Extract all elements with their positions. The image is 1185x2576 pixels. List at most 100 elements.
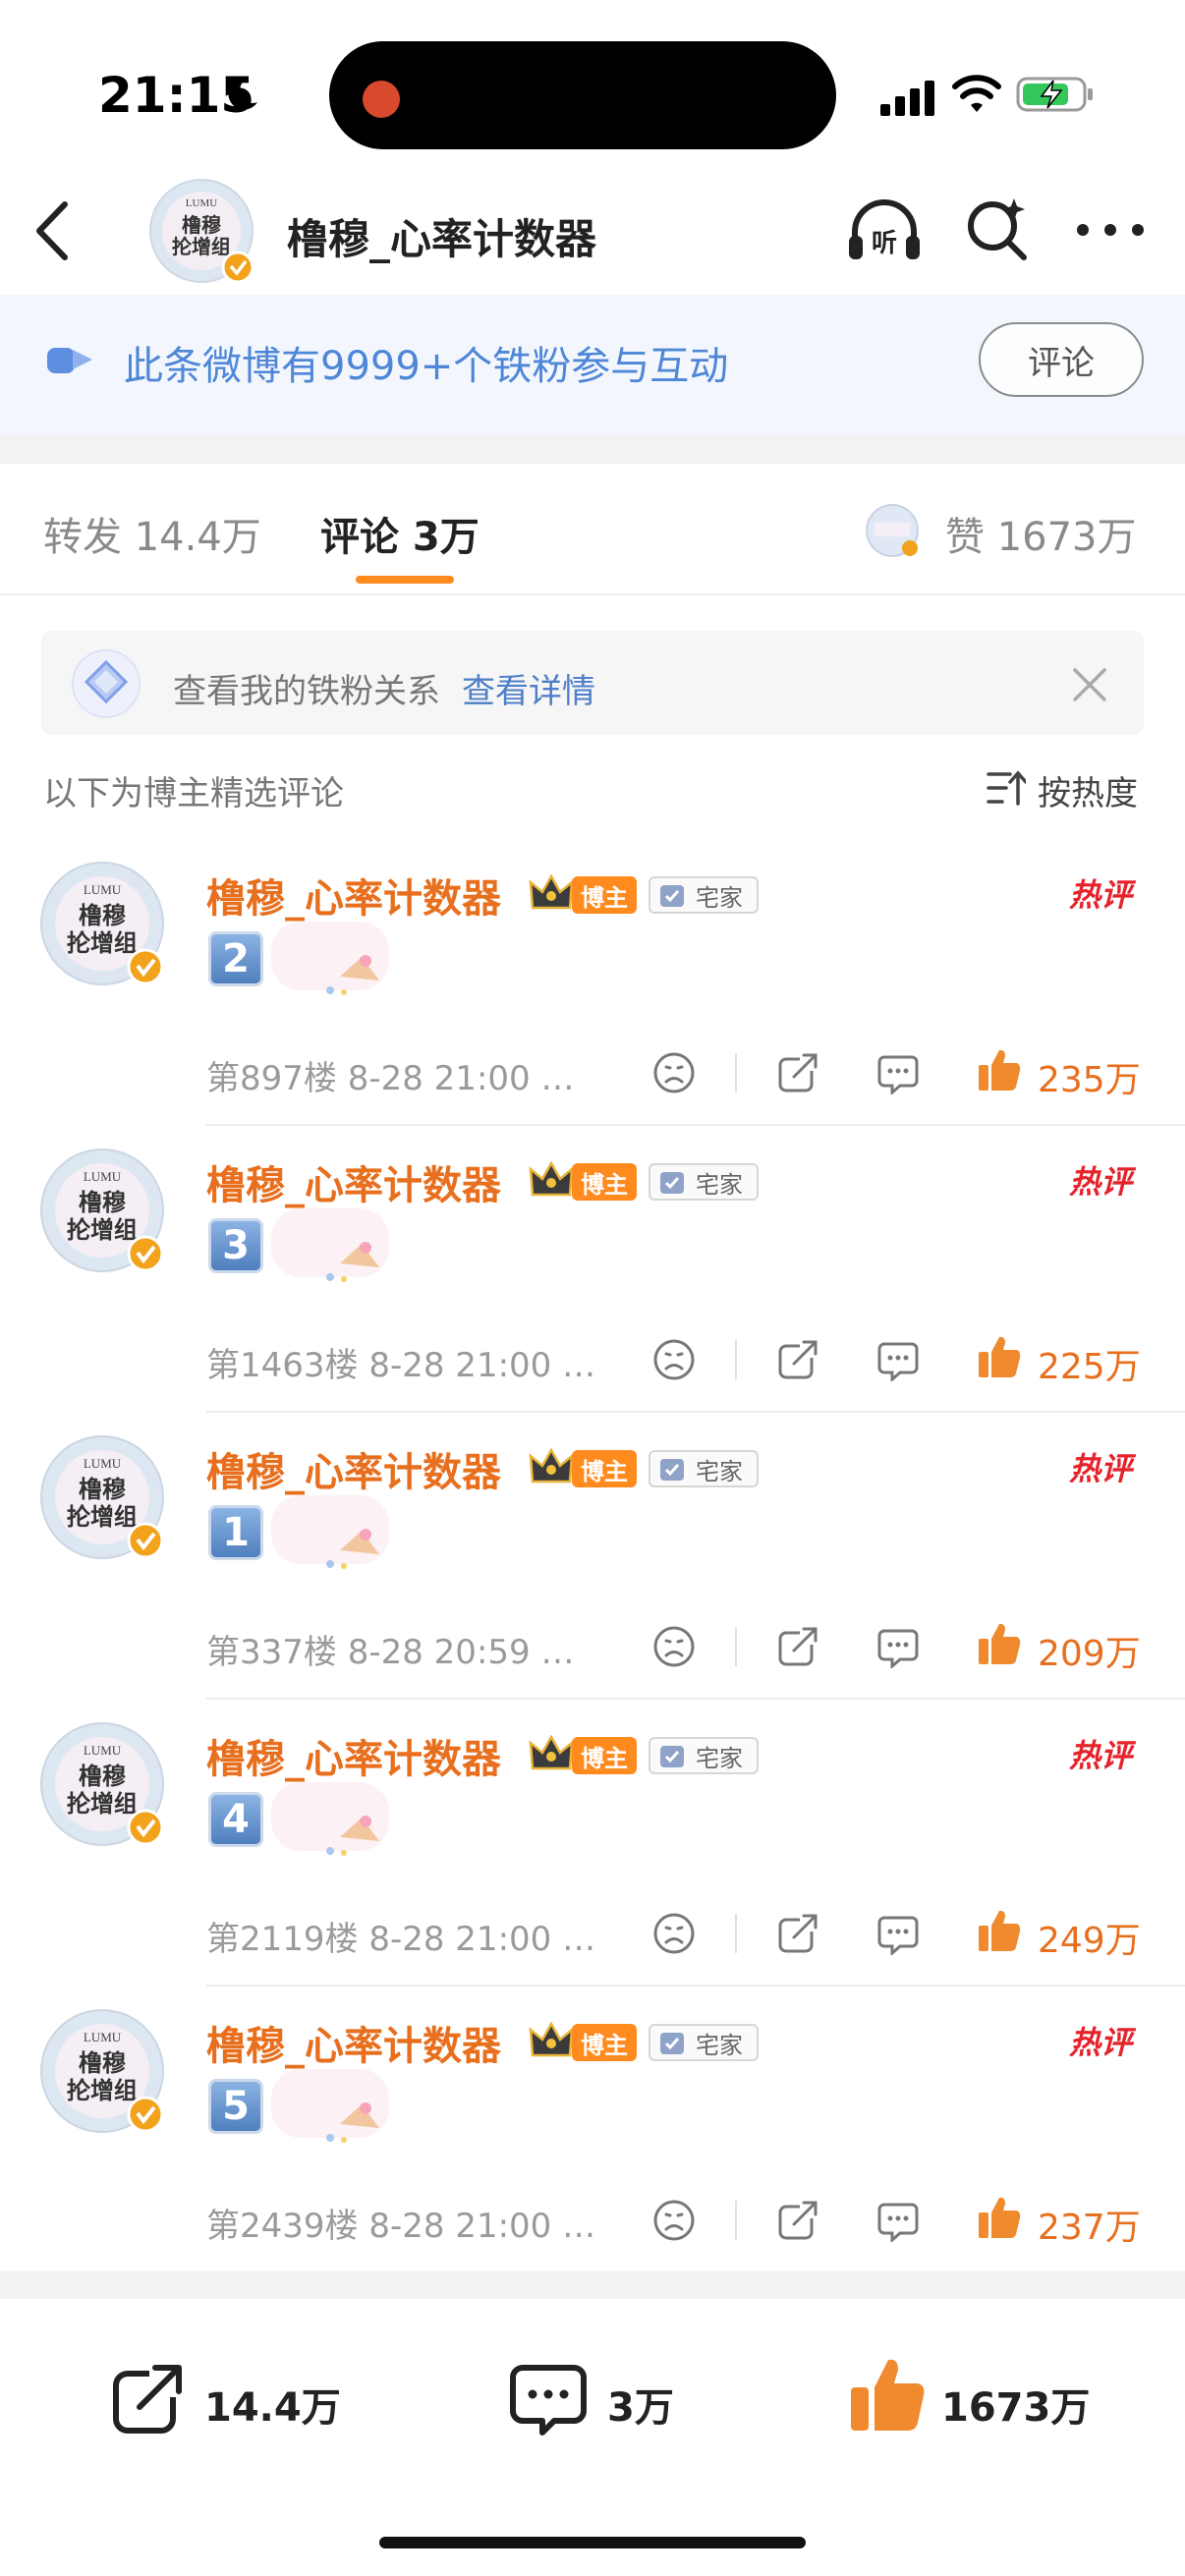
tab-comment[interactable]: 评论 3万: [320, 505, 480, 562]
reply-icon[interactable]: [876, 1051, 920, 1094]
share-icon[interactable]: [776, 1338, 819, 1381]
svg-text:抡增组: 抡增组: [67, 1216, 138, 1244]
dislike-icon[interactable]: [652, 2199, 696, 2242]
calendar-icon: [660, 885, 684, 907]
reply-icon[interactable]: [876, 1912, 920, 1955]
header-title[interactable]: 橹穆_心率计数器: [287, 206, 596, 266]
search-icon[interactable]: [963, 195, 1032, 263]
fan-relation-icon: [72, 649, 141, 718]
reply-icon[interactable]: [876, 1338, 920, 1381]
comment-like-count[interactable]: 235万: [1038, 1051, 1141, 1102]
home-indicator[interactable]: [379, 2537, 806, 2548]
comment-author[interactable]: 橹穆_心率计数器: [206, 2014, 501, 2071]
tab-repost[interactable]: 转发 14.4万: [43, 505, 261, 562]
hot-comment-tag: 热评: [1069, 1163, 1133, 1201]
crown-icon: [529, 874, 574, 910]
zhai-badge-label: 宅家: [696, 1170, 743, 1199]
sort-by-hot[interactable]: 按热度: [1038, 766, 1138, 814]
dislike-icon[interactable]: [652, 1912, 696, 1955]
like-icon[interactable]: [847, 2354, 928, 2435]
share-icon[interactable]: [776, 1051, 819, 1094]
like-icon[interactable]: [977, 1621, 1022, 1666]
tab-divider: [0, 593, 1185, 595]
blogger-badge: 博主: [572, 876, 637, 914]
signal-icon: [880, 81, 934, 116]
svg-text:听: 听: [872, 229, 897, 258]
comment-like-count[interactable]: 249万: [1038, 1912, 1141, 1963]
comment-avatar[interactable]: LUMU 橹穆 抡增组: [39, 861, 165, 986]
fans-banner-icon: [47, 348, 92, 373]
sort-icon[interactable]: [987, 770, 1026, 806]
tab-active-indicator: [356, 576, 454, 584]
svg-text:橹穆: 橹穆: [79, 1189, 126, 1216]
share-icon[interactable]: [776, 1912, 819, 1955]
reply-icon[interactable]: [876, 1625, 920, 1668]
calendar-icon: [660, 2033, 684, 2054]
number-emoji: 1: [208, 1505, 263, 1560]
more-icon[interactable]: [1073, 210, 1148, 250]
comment-author[interactable]: 橹穆_心率计数器: [206, 1440, 501, 1497]
svg-text:LUMU: LUMU: [84, 1456, 122, 1471]
comment-avatar[interactable]: LUMU 橹穆 抡增组: [39, 1434, 165, 1560]
blogger-badge: 博主: [572, 2024, 637, 2061]
number-emoji: 2: [208, 931, 263, 986]
bottom-comment-count[interactable]: 3万: [607, 2376, 674, 2433]
like-avatar: [866, 504, 919, 557]
recording-dot-icon: [363, 81, 400, 118]
share-icon[interactable]: [776, 1625, 819, 1668]
comment-author[interactable]: 橹穆_心率计数器: [206, 867, 501, 924]
comment-button[interactable]: 评论: [979, 322, 1144, 397]
blogger-badge: 博主: [572, 1737, 637, 1774]
dislike-icon[interactable]: [652, 1051, 696, 1094]
close-icon[interactable]: [1071, 666, 1108, 703]
comment-author[interactable]: 橹穆_心率计数器: [206, 1727, 501, 1784]
comment-divider: [206, 1124, 1185, 1126]
calendar-icon: [660, 1459, 684, 1481]
like-icon[interactable]: [977, 2195, 1022, 2240]
hot-comment-tag: 热评: [1069, 1737, 1133, 1774]
hot-comment-tag: 热评: [1069, 1450, 1133, 1487]
sticker-image: [271, 1495, 389, 1569]
comment-like-count[interactable]: 225万: [1038, 1338, 1141, 1389]
fan-relation-link[interactable]: 查看详情: [462, 664, 595, 712]
bottom-share-count[interactable]: 14.4万: [204, 2376, 341, 2433]
bottom-like-count[interactable]: 1673万: [941, 2376, 1090, 2433]
comment-like-count[interactable]: 237万: [1038, 2199, 1141, 2250]
like-icon[interactable]: [977, 1047, 1022, 1092]
hot-comment-tag: 热评: [1069, 876, 1133, 914]
svg-text:抡增组: 抡增组: [67, 929, 138, 957]
header-avatar[interactable]: LUMU 橹穆 抡增组: [147, 177, 255, 285]
listen-icon[interactable]: 听: [845, 196, 924, 265]
dislike-icon[interactable]: [652, 1338, 696, 1381]
zhai-badge-label: 宅家: [696, 1744, 743, 1772]
share-icon[interactable]: [110, 2362, 185, 2436]
share-icon[interactable]: [776, 2199, 819, 2242]
number-emoji: 5: [208, 2079, 263, 2134]
svg-text:橹穆: 橹穆: [79, 2049, 126, 2077]
dislike-icon[interactable]: [652, 1625, 696, 1668]
comment-avatar[interactable]: LUMU 橹穆 抡增组: [39, 2008, 165, 2134]
comment-avatar[interactable]: LUMU 橹穆 抡增组: [39, 1721, 165, 1847]
tab-like[interactable]: 赞 1673万: [945, 505, 1137, 562]
svg-text:LUMU: LUMU: [84, 1743, 122, 1758]
section-gap: [0, 434, 1185, 464]
sticker-image: [271, 922, 389, 995]
comment-like-count[interactable]: 209万: [1038, 1625, 1141, 1676]
comment-icon[interactable]: [509, 2362, 588, 2436]
calendar-icon: [660, 1746, 684, 1767]
like-icon[interactable]: [977, 1334, 1022, 1379]
svg-text:抡增组: 抡增组: [67, 1790, 138, 1818]
comment-avatar[interactable]: LUMU 橹穆 抡增组: [39, 1148, 165, 1273]
sticker-image: [271, 1208, 389, 1282]
divider: [735, 1914, 737, 1953]
comment-author[interactable]: 橹穆_心率计数器: [206, 1153, 501, 1210]
fan-relation-text: 查看我的铁粉关系: [173, 672, 440, 711]
divider: [735, 1627, 737, 1666]
reply-icon[interactable]: [876, 2199, 920, 2242]
svg-text:LUMU: LUMU: [186, 197, 217, 209]
like-icon[interactable]: [977, 1908, 1022, 1953]
back-icon[interactable]: [29, 196, 77, 265]
svg-text:抡增组: 抡增组: [67, 2077, 138, 2104]
divider: [735, 1340, 737, 1379]
blogger-badge: 博主: [572, 1450, 637, 1487]
